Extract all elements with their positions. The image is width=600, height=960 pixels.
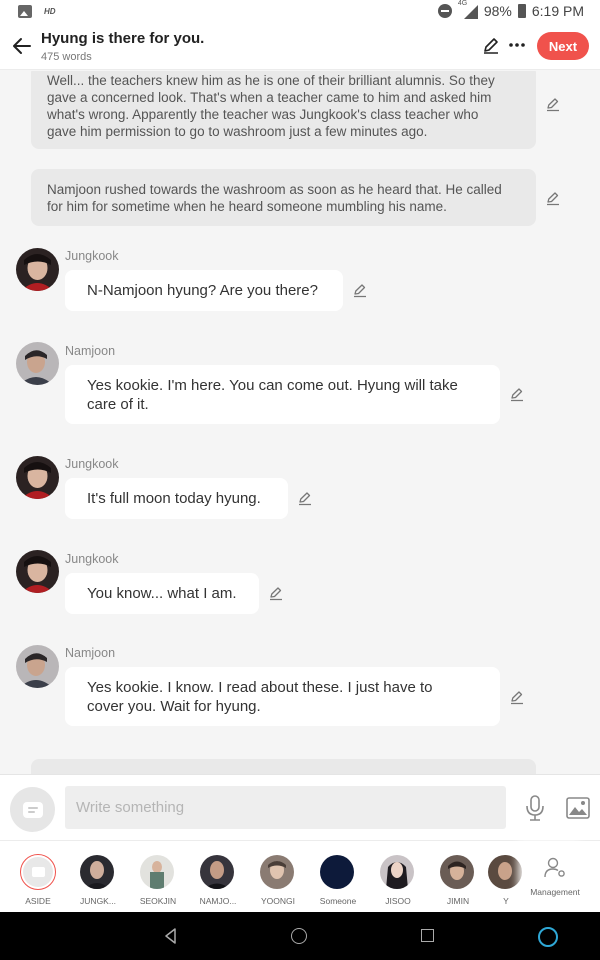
message-input[interactable] bbox=[65, 786, 506, 829]
character-aside[interactable]: ASIDE bbox=[8, 841, 68, 913]
narration-bubble[interactable] bbox=[31, 759, 536, 774]
word-count: 475 words bbox=[41, 51, 92, 63]
character-avatar bbox=[260, 855, 294, 889]
speaker-name: Jungkook bbox=[65, 249, 119, 263]
narration-line: gave him permission to go to washroom ju… bbox=[47, 124, 428, 139]
avatar-jungkook[interactable] bbox=[16, 456, 59, 499]
edit-title-icon[interactable] bbox=[481, 35, 501, 55]
character-avatar bbox=[380, 855, 414, 889]
speaker-name: Namjoon bbox=[65, 646, 116, 660]
avatar-namjoon[interactable] bbox=[16, 342, 59, 385]
nav-home-icon[interactable] bbox=[291, 928, 307, 944]
chat-bubble-icon bbox=[22, 801, 43, 818]
character-seokjin[interactable]: SEOKJIN bbox=[128, 841, 188, 913]
speaker-name: Namjoon bbox=[65, 344, 116, 358]
battery-percent: 98% bbox=[483, 3, 512, 19]
assistant-icon[interactable] bbox=[538, 927, 558, 947]
dialogue-bubble[interactable]: You know... what I am. bbox=[65, 573, 259, 614]
message-type-toggle[interactable] bbox=[10, 787, 55, 832]
management-button[interactable]: Management bbox=[524, 841, 586, 913]
edit-message-icon[interactable] bbox=[545, 190, 561, 206]
edit-message-icon[interactable] bbox=[352, 282, 368, 298]
character-yoongi[interactable]: YOONGI bbox=[248, 841, 308, 913]
dialogue-text: care of it. bbox=[87, 395, 149, 413]
management-label: Management bbox=[530, 887, 580, 897]
management-icon bbox=[544, 857, 565, 878]
character-avatar bbox=[80, 855, 114, 889]
aside-icon bbox=[31, 867, 45, 877]
clock: 6:19 PM bbox=[531, 3, 584, 19]
character-avatar bbox=[320, 855, 354, 889]
avatar-jungkook[interactable] bbox=[16, 550, 59, 593]
dialogue-text: Yes kookie. I know. I read about these. … bbox=[87, 678, 433, 696]
character-avatar bbox=[488, 855, 522, 889]
story-title: Hyung is there for you. bbox=[41, 30, 205, 47]
character-jisoo[interactable]: JISOO bbox=[368, 841, 428, 913]
character-label: JISOO bbox=[385, 896, 411, 906]
dialogue-text: It's full moon today hyung. bbox=[87, 490, 261, 507]
narration-line: what's wrong. Apparently the teacher was… bbox=[47, 107, 479, 122]
message-composer bbox=[0, 774, 600, 840]
character-someone[interactable]: Someone bbox=[308, 841, 368, 913]
dialogue-bubble[interactable]: N-Namjoon hyung? Are you there? bbox=[65, 270, 343, 311]
do-not-disturb-icon bbox=[437, 4, 452, 18]
character-label: ASIDE bbox=[25, 896, 51, 906]
nav-back-icon[interactable] bbox=[163, 928, 179, 944]
character-avatar bbox=[200, 855, 234, 889]
battery-icon bbox=[517, 4, 526, 18]
narration-line: Namjoon rushed towards the washroom as s… bbox=[47, 182, 502, 197]
status-bar: HD 4G 98% 6:19 PM bbox=[0, 0, 600, 26]
nav-recents-icon[interactable] bbox=[421, 929, 434, 942]
narration-bubble[interactable]: Namjoon rushed towards the washroom as s… bbox=[31, 169, 536, 226]
edit-message-icon[interactable] bbox=[509, 386, 525, 402]
gallery-notification-icon bbox=[18, 5, 32, 18]
microphone-icon[interactable] bbox=[524, 795, 546, 821]
system-navigation-bar bbox=[0, 912, 600, 960]
edit-message-icon[interactable] bbox=[268, 585, 284, 601]
narration-line: Well... the teachers knew him as he is o… bbox=[47, 73, 495, 88]
dialogue-text: Yes kookie. I'm here. You can come out. … bbox=[87, 376, 458, 394]
character-avatar bbox=[440, 855, 474, 889]
character-label: SEOKJIN bbox=[139, 896, 177, 906]
dialogue-bubble[interactable]: Yes kookie. I'm here. You can come out. … bbox=[65, 365, 500, 424]
hd-indicator: HD bbox=[44, 7, 56, 16]
character-label: NAMJO... bbox=[199, 896, 237, 906]
character-jungkook[interactable]: JUNGK... bbox=[68, 841, 128, 913]
image-upload-icon[interactable] bbox=[566, 797, 590, 819]
dialogue-bubble[interactable]: It's full moon today hyung. bbox=[65, 478, 288, 519]
editor-header: Hyung is there for you. 475 words Next bbox=[0, 26, 600, 70]
narration-line: for him for sometime when he heard someo… bbox=[47, 199, 447, 214]
story-chat-area[interactable]: Well... the teachers knew him as he is o… bbox=[0, 71, 600, 774]
dialogue-text: N-Namjoon hyung? Are you there? bbox=[87, 282, 318, 299]
dialogue-text: cover you. Wait for hyung. bbox=[87, 697, 261, 715]
narration-line: gave a concerned look. That's when a tea… bbox=[47, 90, 492, 105]
dialogue-bubble[interactable]: Yes kookie. I know. I read about these. … bbox=[65, 667, 500, 726]
edit-message-icon[interactable] bbox=[509, 689, 525, 705]
character-label: YOONGI bbox=[260, 896, 295, 906]
avatar-jungkook[interactable] bbox=[16, 248, 59, 291]
narration-bubble[interactable]: Well... the teachers knew him as he is o… bbox=[31, 71, 536, 149]
back-arrow-icon[interactable] bbox=[10, 34, 34, 58]
character-label: JUNGK... bbox=[80, 896, 116, 906]
dialogue-text: You know... what I am. bbox=[87, 585, 237, 602]
avatar-namjoon[interactable] bbox=[16, 645, 59, 688]
character-avatar bbox=[140, 855, 174, 889]
speaker-name: Jungkook bbox=[65, 552, 119, 566]
character-strip: ASIDE JUNGK... SEOKJIN NAMJO... YOONGI S… bbox=[0, 840, 600, 913]
signal-icon: 4G bbox=[458, 0, 478, 19]
edit-message-icon[interactable] bbox=[297, 490, 313, 506]
character-label: Someone bbox=[319, 896, 357, 906]
edit-message-icon[interactable] bbox=[545, 96, 561, 112]
more-options-icon[interactable] bbox=[507, 35, 527, 55]
next-button[interactable]: Next bbox=[537, 32, 589, 60]
speaker-name: Jungkook bbox=[65, 457, 119, 471]
character-namjoon[interactable]: NAMJO... bbox=[188, 841, 248, 913]
